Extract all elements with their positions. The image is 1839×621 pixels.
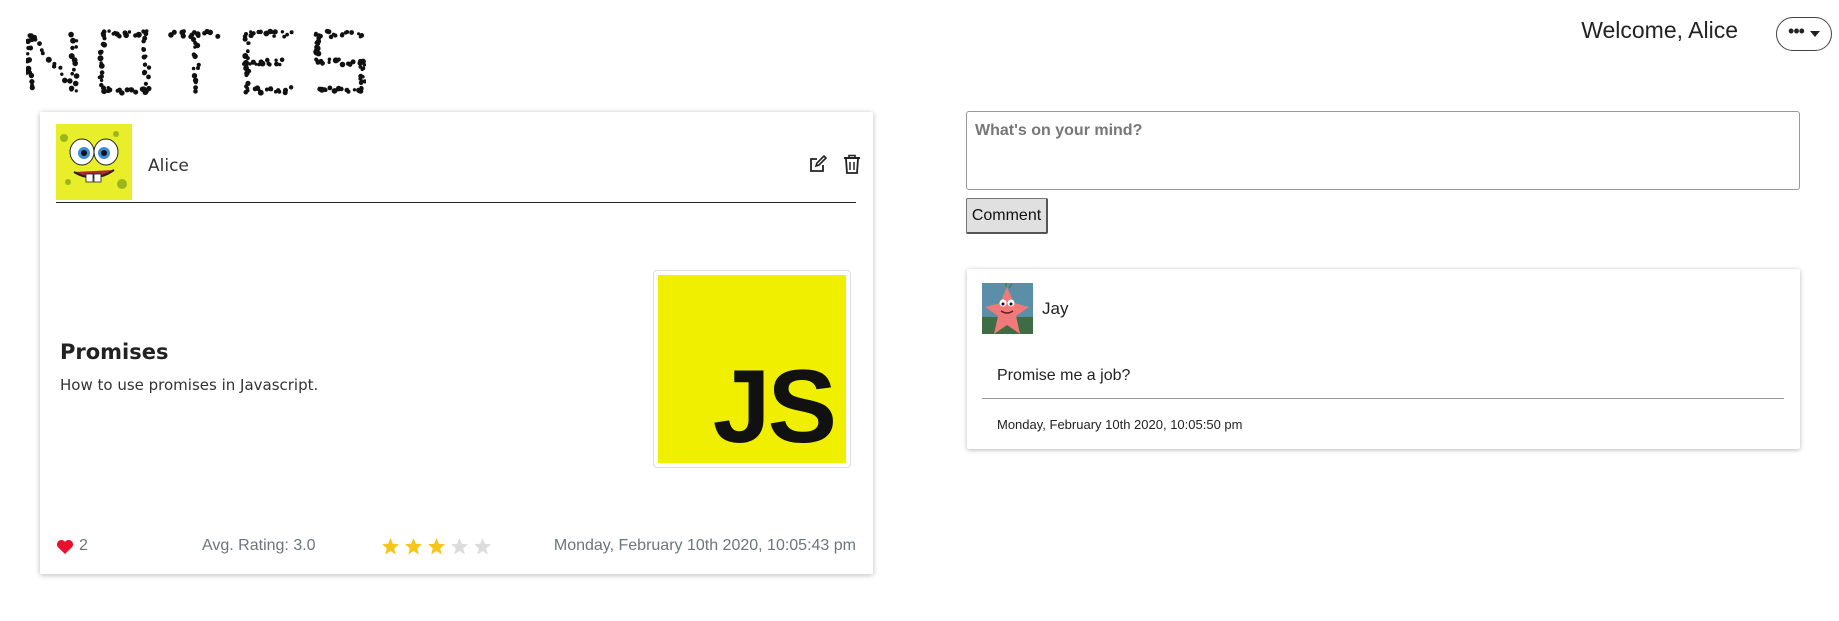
welcome-text: Welcome, Alice xyxy=(1581,17,1738,43)
star-empty-icon[interactable] xyxy=(473,537,492,556)
edit-icon[interactable] xyxy=(808,154,828,174)
note-footer: 2 Avg. Rating: 3.0 Monday, February 10th… xyxy=(56,536,856,558)
note-title: Promises xyxy=(60,340,169,364)
note-image: JS xyxy=(653,270,851,468)
sponge-avatar-icon xyxy=(56,124,132,200)
star-filled-icon[interactable] xyxy=(381,537,400,556)
avatar xyxy=(56,124,132,200)
star-filled-icon[interactable] xyxy=(427,537,446,556)
comment-date: Monday, February 10th 2020, 10:05:50 pm xyxy=(997,417,1243,432)
divider xyxy=(982,398,1784,399)
javascript-logo: JS xyxy=(658,275,846,463)
comment-card: Jay Promise me a job? Monday, February 1… xyxy=(967,269,1800,449)
comment-author: Jay xyxy=(1042,299,1069,318)
like-count: 2 xyxy=(79,537,88,554)
comment-input[interactable] xyxy=(966,111,1800,190)
note-author: Alice xyxy=(148,156,189,176)
divider xyxy=(56,202,856,203)
notes-logo xyxy=(26,28,366,96)
star-empty-icon[interactable] xyxy=(450,537,469,556)
ellipsis-icon: ••• xyxy=(1788,21,1805,41)
avatar xyxy=(982,283,1033,334)
javascript-logo-text: JS xyxy=(712,349,837,465)
rating-stars xyxy=(381,537,492,556)
user-menu-button[interactable]: ••• xyxy=(1776,17,1832,51)
note-description: How to use promises in Javascript. xyxy=(60,376,319,394)
comment-text: Promise me a job? xyxy=(997,367,1131,384)
note-card: Alice Promises How to use promises in Ja… xyxy=(40,112,873,574)
average-rating: Avg. Rating: 3.0 xyxy=(202,537,316,554)
trash-icon[interactable] xyxy=(843,154,861,174)
starfish-avatar-icon xyxy=(982,283,1033,334)
star-filled-icon[interactable] xyxy=(404,537,423,556)
note-date: Monday, February 10th 2020, 10:05:43 pm xyxy=(553,537,856,554)
caret-down-icon xyxy=(1809,31,1820,37)
comment-button[interactable]: Comment xyxy=(966,198,1048,234)
heart-icon[interactable] xyxy=(56,539,74,555)
